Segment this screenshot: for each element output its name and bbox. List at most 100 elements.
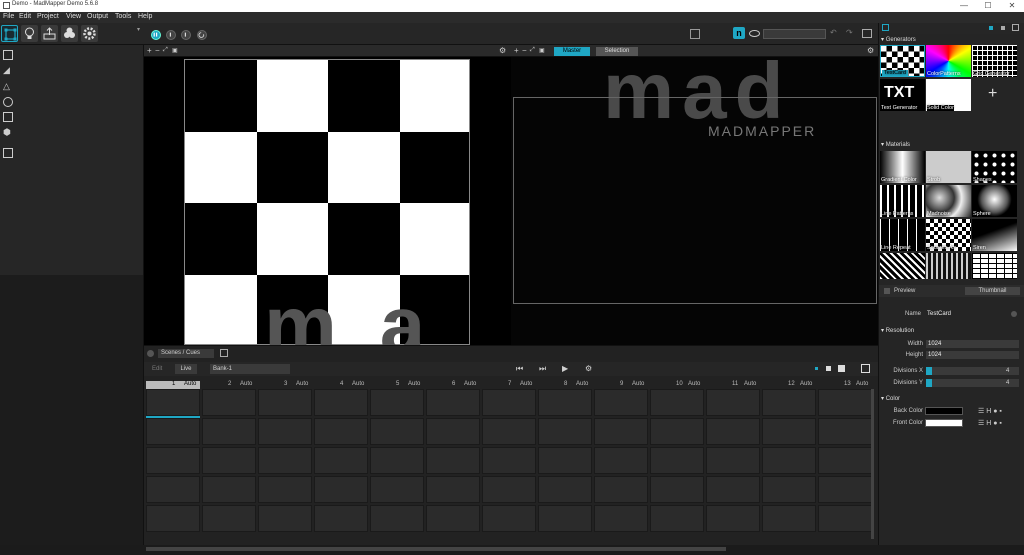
redo-icon[interactable]: ↷ xyxy=(846,28,853,37)
add-generator-button[interactable]: + xyxy=(972,79,1017,111)
menu-view[interactable]: View xyxy=(66,13,81,20)
cue-slot[interactable] xyxy=(202,447,256,474)
scene-column-header[interactable]: 4 Auto xyxy=(314,381,368,389)
cue-slot[interactable] xyxy=(594,505,648,532)
add-triangle-icon[interactable]: ◢ xyxy=(3,65,13,75)
add-folder-icon[interactable] xyxy=(3,148,13,158)
play-cue-icon[interactable]: ▶ xyxy=(562,364,568,373)
scene-column-header[interactable]: 3 Auto xyxy=(258,381,312,389)
scene-column-header[interactable]: 5 Auto xyxy=(370,381,424,389)
cue-slot[interactable] xyxy=(650,476,704,503)
scene-column-header[interactable]: 10 Auto xyxy=(650,381,704,389)
preview-mode-dropdown[interactable]: Thumbnail xyxy=(965,287,1020,295)
cue-slot[interactable] xyxy=(538,505,592,532)
fullscreen-icon[interactable] xyxy=(690,29,700,39)
scene-column-header[interactable]: 7 Auto xyxy=(482,381,536,389)
cue-slot[interactable] xyxy=(706,505,760,532)
material-bars[interactable] xyxy=(926,253,971,279)
undo-icon[interactable]: ↶ xyxy=(830,28,837,37)
cue-slot[interactable] xyxy=(426,476,480,503)
scene-column-header[interactable]: 13 Auto xyxy=(818,381,872,389)
cue-slot[interactable] xyxy=(258,447,312,474)
generators-section-header[interactable]: ▾ Generators xyxy=(881,36,916,43)
cue-slot[interactable] xyxy=(314,505,368,532)
cue-slot[interactable] xyxy=(706,389,760,416)
cue-slot[interactable] xyxy=(818,418,872,445)
add-mesh-icon[interactable] xyxy=(3,112,13,122)
divisions-y-slider[interactable]: 4 xyxy=(926,379,1019,387)
output-fit-icon[interactable]: ⤢ xyxy=(530,47,535,54)
add-triangle-outline-icon[interactable]: △ xyxy=(3,81,13,91)
scene-column-header[interactable]: 8 Auto xyxy=(538,381,592,389)
cue-slot[interactable] xyxy=(370,505,424,532)
cue-slot[interactable] xyxy=(650,418,704,445)
live-mode-button[interactable]: Live xyxy=(175,364,197,374)
material-shapes[interactable]: Shapes xyxy=(972,151,1017,183)
material-madnoise[interactable]: Madnoise xyxy=(926,185,971,217)
cue-slot[interactable] xyxy=(146,505,200,532)
back-color-swatch[interactable] xyxy=(925,407,963,415)
cue-slot[interactable] xyxy=(818,476,872,503)
cue-slot[interactable] xyxy=(818,505,872,532)
add-3d-object-icon[interactable]: ⬢ xyxy=(3,127,13,137)
cue-slot[interactable] xyxy=(594,418,648,445)
scenes-add-icon[interactable] xyxy=(147,350,154,357)
menu-edit[interactable]: Edit xyxy=(19,13,31,20)
cue-slot[interactable] xyxy=(762,447,816,474)
menu-project[interactable]: Project xyxy=(37,13,59,20)
cue-slot[interactable] xyxy=(202,476,256,503)
stop-button[interactable] xyxy=(181,30,191,40)
output-fit-all-icon[interactable]: ▣ xyxy=(539,47,545,54)
material-bricks[interactable] xyxy=(972,253,1017,279)
cue-slot[interactable] xyxy=(650,505,704,532)
cue-slot[interactable] xyxy=(538,418,592,445)
cue-slot[interactable] xyxy=(762,418,816,445)
cue-slot[interactable] xyxy=(762,505,816,532)
view-large-icon[interactable] xyxy=(838,365,845,372)
loop-button[interactable] xyxy=(197,30,207,40)
cue-slot[interactable] xyxy=(370,418,424,445)
menu-file[interactable]: File xyxy=(3,13,14,20)
cue-slot[interactable] xyxy=(538,476,592,503)
step-button[interactable] xyxy=(166,30,176,40)
modules-button[interactable] xyxy=(61,25,78,42)
cue-slot[interactable] xyxy=(818,389,872,416)
cue-slot[interactable] xyxy=(594,447,648,474)
menu-output[interactable]: Output xyxy=(87,13,108,20)
pointer-tool-button[interactable] xyxy=(1,25,18,42)
menu-help[interactable]: Help xyxy=(138,13,152,20)
cue-slot[interactable] xyxy=(202,505,256,532)
cue-slot[interactable] xyxy=(258,505,312,532)
name-value[interactable]: TestCard xyxy=(925,310,975,318)
cue-slot[interactable] xyxy=(762,476,816,503)
output-view[interactable]: + − ⤢ ▣ Master Selection ⚙ mad MADMAPPER xyxy=(511,45,878,345)
scene-column-header[interactable]: 2 Auto xyxy=(202,381,256,389)
scene-column-header[interactable]: 12 Auto xyxy=(762,381,816,389)
horizontal-scrollbar[interactable] xyxy=(146,547,726,551)
settings-button[interactable] xyxy=(81,25,98,42)
scene-column-header[interactable]: 9 Auto xyxy=(594,381,648,389)
add-quad-icon[interactable] xyxy=(3,50,13,60)
toolbar-dropdown-arrow-icon[interactable]: ▾ xyxy=(137,26,140,33)
export-button[interactable] xyxy=(41,25,58,42)
height-field[interactable]: 1024 xyxy=(926,351,1019,359)
cue-slot[interactable] xyxy=(538,447,592,474)
cue-slot[interactable] xyxy=(482,505,536,532)
width-field[interactable]: 1024 xyxy=(926,340,1019,348)
preview-checkbox[interactable] xyxy=(884,288,890,294)
cue-slot[interactable] xyxy=(762,389,816,416)
color-list-icon-2[interactable]: ☰ H ● ▪ xyxy=(978,419,1002,427)
cue-slot[interactable] xyxy=(482,476,536,503)
add-circle-icon[interactable] xyxy=(3,97,13,107)
cue-settings-icon[interactable]: ⚙ xyxy=(585,364,592,373)
cue-slot[interactable] xyxy=(482,447,536,474)
cue-slot[interactable] xyxy=(314,476,368,503)
zoom-out-icon[interactable]: − xyxy=(155,46,160,55)
tab-master[interactable]: Master xyxy=(554,47,590,56)
material-siren[interactable]: Siren xyxy=(972,219,1017,251)
input-view[interactable]: + − ⤢ ▣ ⚙ m a xyxy=(144,45,511,345)
cue-slot[interactable] xyxy=(482,389,536,416)
cue-slot[interactable] xyxy=(426,505,480,532)
cue-slot[interactable] xyxy=(426,447,480,474)
generator-grid[interactable]: Grid Generator xyxy=(972,45,1017,77)
